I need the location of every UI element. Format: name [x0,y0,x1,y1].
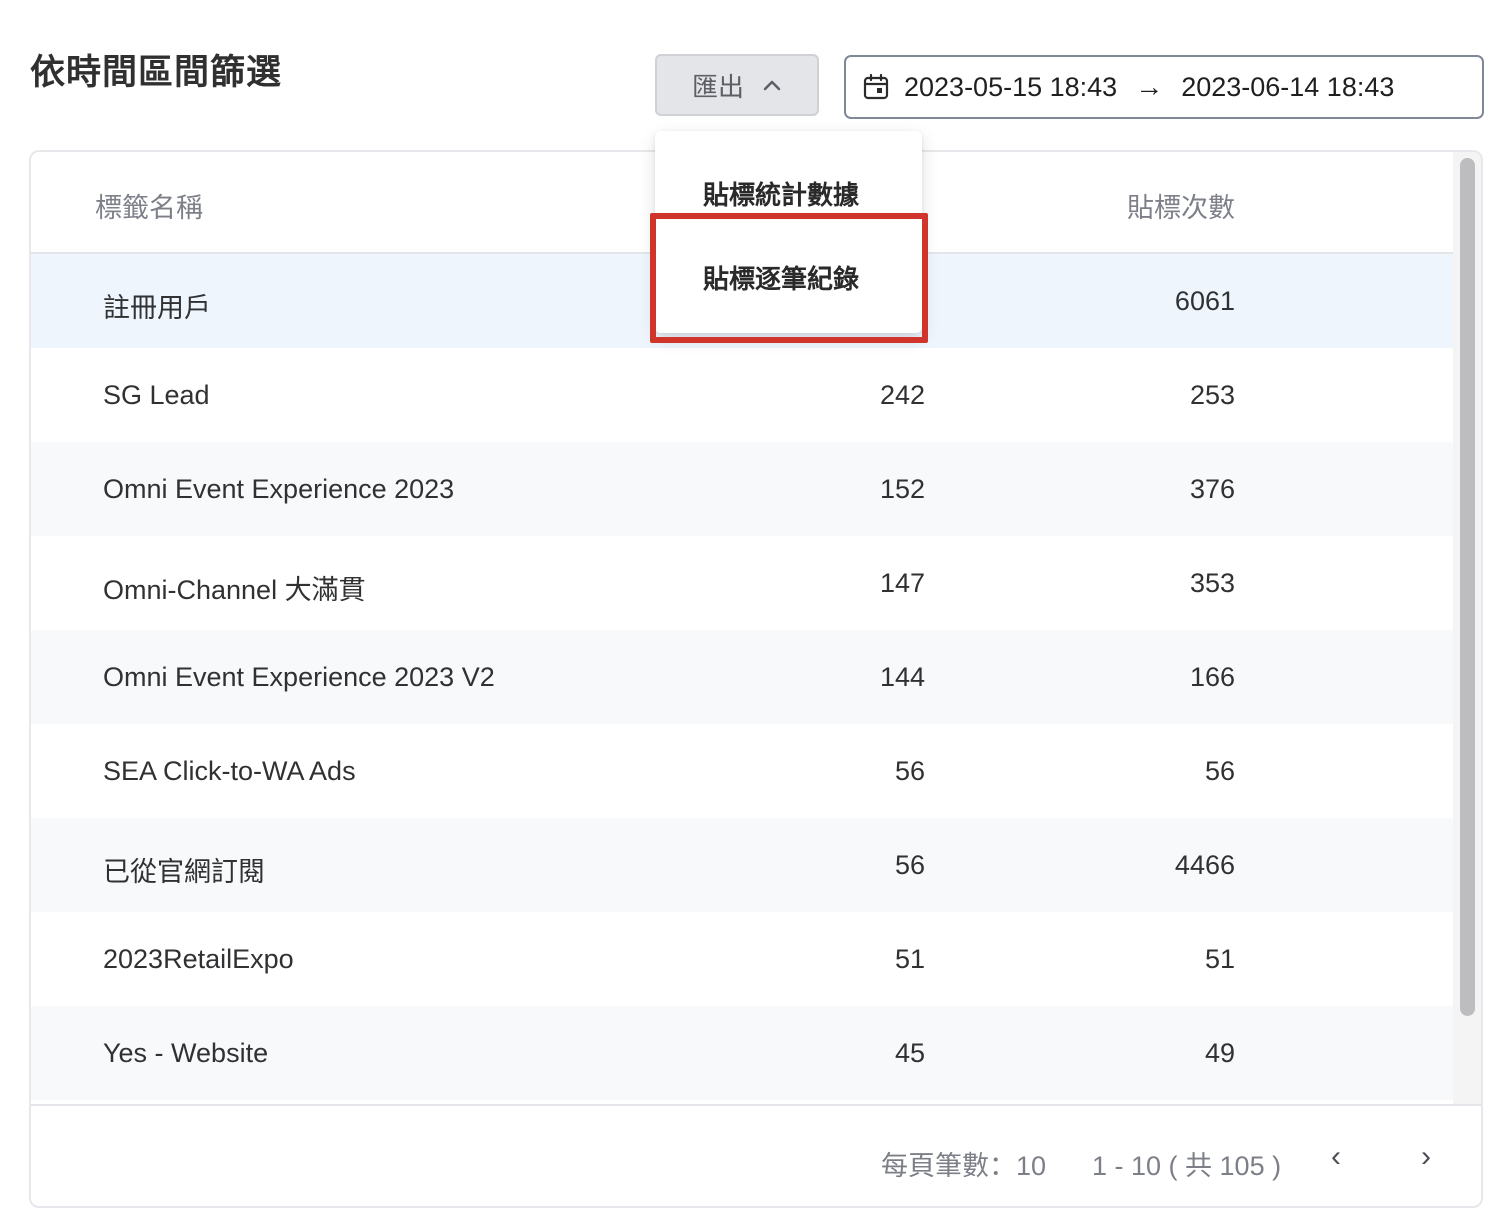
menu-item-label: 貼標統計數據 [703,181,860,211]
cell-tag-times: 6061 [1174,286,1235,316]
cell-tag-times: 253 [1189,380,1235,410]
cell-tag-times: 56 [1204,756,1235,786]
table-row[interactable]: SEA Click-to-WA Ads 56 56 [31,724,1453,818]
cell-tag-name: Yes - Website [103,1038,269,1068]
table-row[interactable]: SG Lead 242 253 [31,348,1453,442]
calendar-icon [863,73,889,100]
date-range-picker[interactable]: 2023-05-15 18:43 → 2023-06-14 18:43 [844,55,1484,119]
table-row[interactable]: Omni-Channel 大滿貫 147 353 [31,536,1453,630]
page-range: 1 - 10 ( 共 105 ) [1092,1151,1282,1181]
cell-tag-name: Omni-Channel 大滿貫 [103,575,366,605]
cell-tag-count: 45 [894,1038,925,1068]
cell-tag-count: 242 [879,380,925,410]
cell-tag-name: 已從官網訂閱 [103,857,265,887]
export-button-label: 匯出 [691,72,744,103]
cell-tag-name: 2023RetailExpo [103,944,294,974]
cell-tag-name: SEA Click-to-WA Ads [103,756,356,786]
table-row[interactable]: 已從官網訂閱 56 4466 [31,818,1453,912]
page-title: 依時間區間篩選 [30,53,283,93]
cell-tag-count: 147 [879,568,925,598]
date-start[interactable]: 2023-05-15 18:43 [904,72,1117,103]
date-end[interactable]: 2023-06-14 18:43 [1181,72,1394,103]
cell-tag-times: 376 [1189,474,1235,504]
cell-tag-times: 4466 [1174,850,1235,880]
cell-tag-count: 144 [879,662,925,692]
cell-tag-count: 56 [894,756,925,786]
column-header-tag-name[interactable]: 標籤名稱 [95,186,203,225]
pagination: 每頁筆數：10 1 - 10 ( 共 105 ) ‹ › [31,1104,1481,1206]
cell-tag-times: 166 [1189,662,1235,692]
cell-tag-name: 註冊用戶 [103,293,211,323]
table-row[interactable]: 2023RetailExpo 51 51 [31,912,1453,1006]
rows-per-page[interactable]: 每頁筆數：10 [881,1144,1046,1183]
cell-tag-name: Omni Event Experience 2023 [103,474,455,504]
cell-tag-times: 353 [1189,568,1235,598]
cell-tag-count: 56 [894,850,925,880]
cell-tag-times: 51 [1204,944,1235,974]
cell-tag-times: 49 [1204,1038,1235,1068]
table-row[interactable]: Omni Event Experience 2023 152 376 [31,442,1453,536]
table-row[interactable]: Yes - Website 45 49 [31,1006,1453,1100]
cell-tag-name: Omni Event Experience 2023 V2 [103,662,495,692]
chevron-up-icon [763,80,781,91]
cell-tag-count: 51 [894,944,925,974]
chevron-left-icon[interactable]: ‹ [1331,1140,1341,1174]
arrow-right-icon: → [1135,71,1164,102]
cell-tag-count: 152 [879,474,925,504]
highlight-annotation-box [650,213,928,343]
column-header-tag-times[interactable]: 貼標次數 [1127,186,1235,225]
table-row[interactable]: Omni Event Experience 2023 V2 144 166 [31,630,1453,724]
chevron-right-icon[interactable]: › [1421,1140,1431,1174]
export-button[interactable]: 匯出 [655,54,819,116]
scrollbar-thumb[interactable] [1460,158,1475,1016]
cell-tag-name: SG Lead [103,380,210,410]
